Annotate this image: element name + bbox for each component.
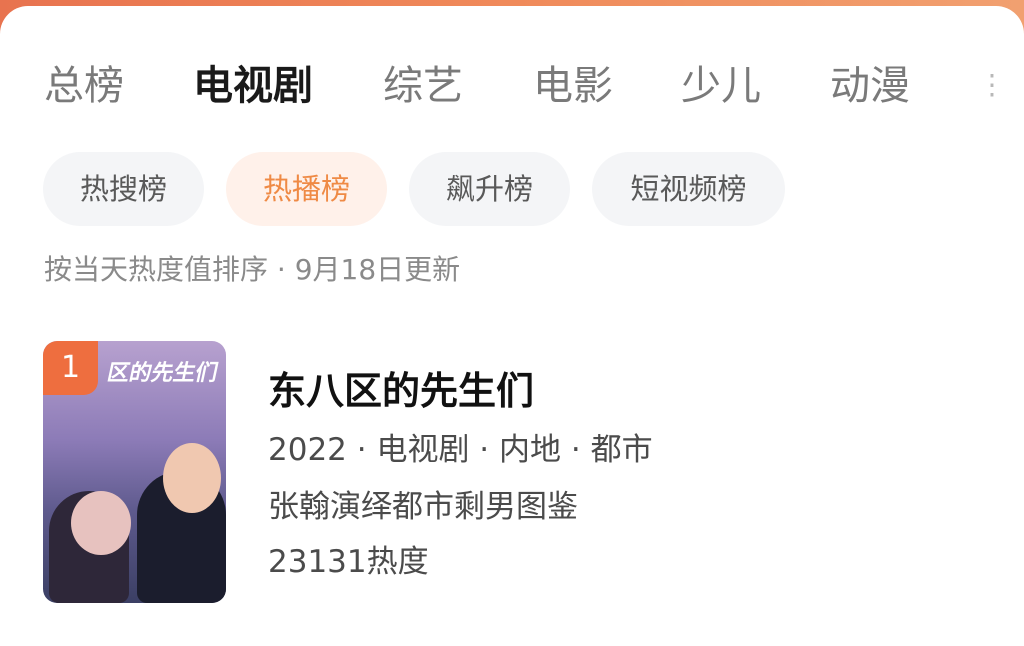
- item-heat: 23131热度: [268, 544, 429, 580]
- content-card: 总榜 电视剧 综艺 电影 少儿 动漫 ⋮ 热搜榜 热播榜 飙升榜 短视频榜 按当…: [0, 6, 1024, 646]
- filter-hot-play[interactable]: 热播榜: [226, 152, 387, 226]
- tab-variety[interactable]: 综艺: [383, 58, 463, 114]
- rank-badge: 1: [43, 341, 98, 395]
- tab-anime[interactable]: 动漫: [830, 58, 910, 114]
- poster-face-right: [163, 443, 221, 513]
- item-title[interactable]: 东八区的先生们: [268, 366, 534, 416]
- filter-rising[interactable]: 飙升榜: [409, 152, 570, 226]
- tab-tv[interactable]: 电视剧: [193, 58, 313, 114]
- poster-face-left: [71, 491, 131, 555]
- item-description: 张翰演绎都市剩男图鉴: [268, 489, 578, 525]
- tab-movie[interactable]: 电影: [533, 58, 613, 114]
- filter-short-video[interactable]: 短视频榜: [592, 152, 785, 226]
- more-tabs-icon[interactable]: ⋮: [978, 68, 1006, 108]
- sort-note: 按当天热度值排序 · 9月18日更新: [44, 253, 461, 286]
- poster-title: 区的先生们: [104, 361, 221, 386]
- filter-hot-search[interactable]: 热搜榜: [43, 152, 204, 226]
- tab-all[interactable]: 总榜: [44, 58, 124, 114]
- poster-image[interactable]: 区的先生们 1: [43, 341, 226, 603]
- tab-kids[interactable]: 少儿: [681, 58, 761, 114]
- item-meta: 2022 · 电视剧 · 内地 · 都市: [268, 432, 653, 468]
- category-tabs: 总榜 电视剧 综艺 电影 少儿 动漫: [0, 58, 1000, 118]
